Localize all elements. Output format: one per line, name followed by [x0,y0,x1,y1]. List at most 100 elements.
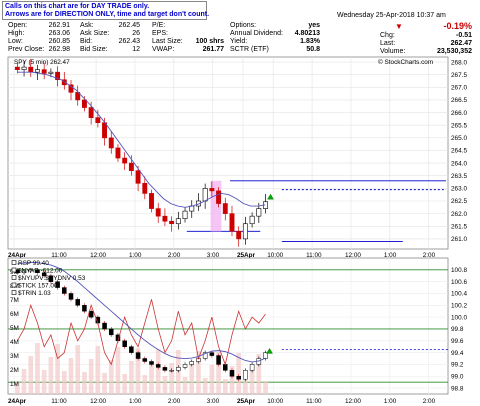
indicator-y-ticks-right: 98.8 99.0 99.2 99.4 99.6 99.8 100.0 100.2 100.4 1… [451,267,467,392]
volume-bar [182,377,188,394]
volume-bar [169,363,174,394]
y-tick-label: 99.0 [451,373,464,380]
x-tick-label: 10:00 [267,398,283,405]
volume-bar [115,347,121,394]
candle-body [242,223,248,240]
volume-bar [102,373,107,394]
candle-body [122,157,128,164]
x-tick-label: 11:00 [51,398,67,405]
y-tick-label: 265.5 [451,122,467,129]
legend-swatch [11,290,17,295]
candle-body [135,170,141,184]
rsp-body [102,322,107,330]
volume-bar [88,359,94,394]
legend-swatch [11,267,17,273]
y-tick-label: 264.0 [451,160,467,167]
volume-bar [155,349,161,394]
y-tick-label: 261.5 [451,223,467,230]
rsp-body [176,367,181,371]
y-tick-label: 263.0 [451,186,467,193]
volume-bar [142,375,148,394]
rsp-body [155,364,161,368]
copyright: © StockCharts.com [378,58,433,66]
y-tick-label: 263.5 [451,173,467,180]
candle-body [236,231,242,240]
candle-body [108,137,114,149]
rsp-body [243,370,248,380]
volume-bar [243,380,248,394]
y-tick-label: 99.4 [451,350,464,357]
rsp-body [149,361,154,365]
candle-body [222,203,228,214]
candle-body [21,66,27,70]
rsp-body [236,376,241,380]
candle-body [175,218,181,225]
candle-body [249,215,255,225]
volume-bar [263,381,268,394]
candle-body [216,190,222,204]
rsp-body [68,293,74,300]
y-tick-label-left: 6M [10,311,19,318]
rsp-body [182,364,188,368]
x-tick-label: 2:00 [423,398,436,405]
candle-body [81,99,87,108]
candle-body [256,208,262,217]
volume-bar [75,345,81,394]
rsp-body [169,370,174,372]
y-tick-label-left: 2M [10,367,19,374]
legend-swatch [11,260,17,265]
chart-area: 261.0 261.5 262.0 262.5 263.0 263.5 264.0 264.5… [7,56,467,405]
candle-body [128,162,134,171]
y-tick-label: 100.8 [451,267,467,274]
legend-swatch [11,282,17,288]
y-tick-label: 98.8 [451,385,464,392]
y-tick-label: 264.5 [451,148,467,155]
y-tick-label: 266.5 [451,97,467,104]
price-y-ticks: 261.0 261.5 262.0 262.5 263.0 263.5 264.0 264.5… [451,59,467,243]
rsp-body [135,352,141,359]
y-tick-label: 100.0 [451,314,467,321]
volume-bar [202,378,208,394]
indicator-x-ticks: 24Apr 11:00 12:00 1:00 2:00 3:00 25Apr 10:00 11:… [8,398,436,405]
y-tick-label: 267.5 [451,72,467,79]
volume-bar [48,357,54,394]
volume-bar [41,370,47,394]
price-legend: SPY (5 min) 262.47 [14,59,70,66]
candle-body [115,147,121,159]
candle-body [149,193,154,209]
x-tick-label: 1:00 [129,398,142,405]
legend-label: $NYAD -612.00 [18,268,63,275]
rsp-body [216,355,221,365]
candle-body [48,71,54,74]
candle-body [162,215,168,222]
y-tick-label: 100.2 [451,303,467,310]
x-tick-label: 24Apr [8,398,27,405]
volume-bar [95,346,101,394]
x-tick-label: 11:00 [306,398,322,405]
candle-body [102,122,107,139]
candle-body [182,210,188,219]
y-tick-label-left: 7M [10,297,19,304]
volume-bar [222,379,228,394]
candle-body [28,66,34,73]
legend-label: RSP 99.40 [18,260,49,267]
y-tick-label: 99.8 [451,326,464,333]
candle-body [229,213,235,232]
stockcharts-screen: Calls on this chart are for DAY TRADE on… [0,0,480,406]
rsp-body [142,358,148,362]
y-tick-label: 100.6 [451,279,467,286]
candle-body [169,220,175,225]
legend-label: $NYUPV:$NYDNV 0.53 [18,275,86,282]
volume-bar [61,371,67,394]
y-tick-label: 266.0 [451,110,467,117]
y-tick-label-left: 5M [10,325,19,332]
y-tick-label-left: 3M [10,353,19,360]
candle-body [14,66,20,70]
volume-bar [149,362,154,394]
volume-bar [28,356,34,394]
candle-body [41,69,47,74]
rsp-body [189,361,195,365]
y-tick-label: 261.0 [451,236,467,243]
price-panel-frame [7,56,449,250]
legend-label: $TICK 157.00 [18,283,58,290]
